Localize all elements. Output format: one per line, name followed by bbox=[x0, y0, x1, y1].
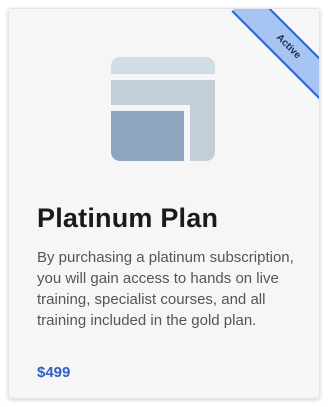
active-badge: Active bbox=[231, 9, 319, 104]
plan-card[interactable]: Active Platinum Plan By purchasing a pla… bbox=[8, 8, 320, 399]
plan-title: Platinum Plan bbox=[37, 203, 219, 233]
icon-bottom-block bbox=[111, 111, 184, 161]
plan-description: By purchasing a platinum subscription, y… bbox=[37, 249, 294, 329]
plan-price: $499 bbox=[37, 364, 71, 381]
icon-right-bar bbox=[190, 80, 215, 161]
icon-top-bar bbox=[111, 57, 215, 74]
plan-tier-icon bbox=[111, 57, 215, 161]
